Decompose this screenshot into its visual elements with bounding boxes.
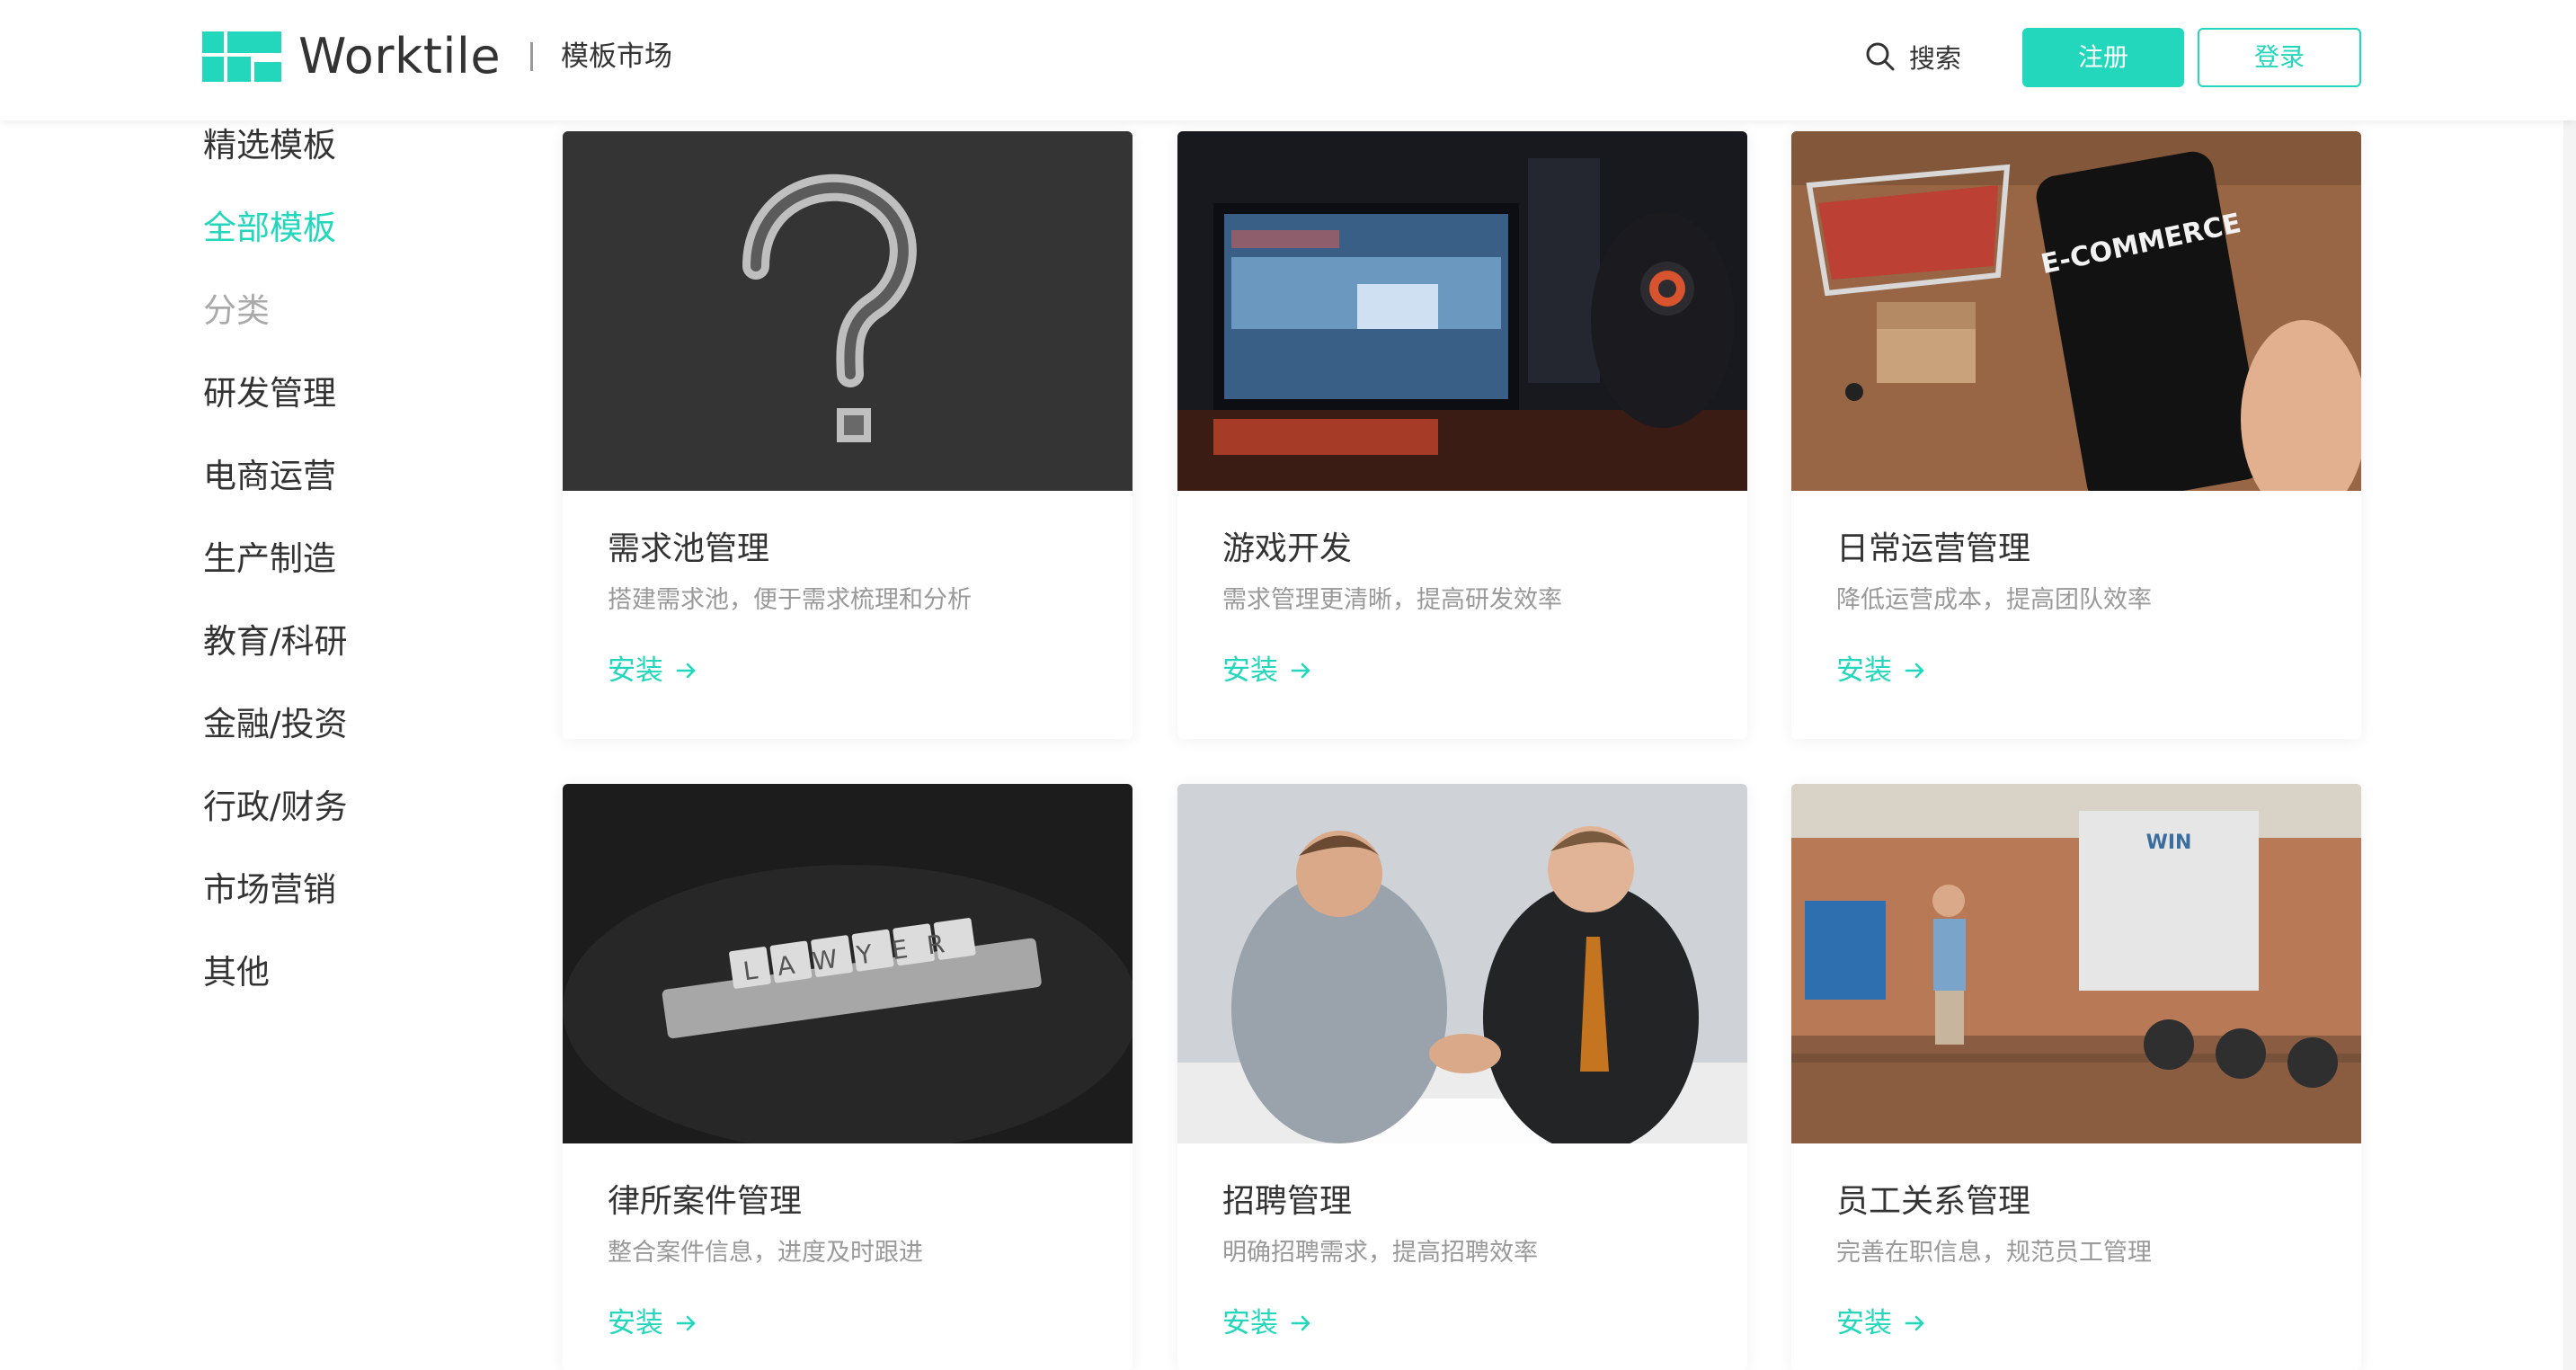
card-image — [563, 131, 1133, 491]
card-title: 招聘管理 — [1222, 1183, 1353, 1220]
arrow-right-icon — [1291, 663, 1310, 679]
sidebar-item-other[interactable]: 其他 — [203, 949, 270, 996]
install-link[interactable]: 安装 — [1836, 651, 1928, 690]
card-image: LAWYER — [563, 784, 1133, 1143]
section-title[interactable]: 模板市场 — [561, 36, 672, 77]
sidebar-item-featured[interactable]: 精选模板 — [203, 122, 336, 169]
install-label: 安装 — [608, 1307, 663, 1339]
page-scrollbar[interactable] — [2563, 120, 2576, 1370]
register-button[interactable]: 注册 — [2022, 28, 2184, 87]
template-card[interactable]: 游戏开发 需求管理更清晰，提高研发效率 安装 — [1177, 131, 1747, 739]
worktile-logo-icon[interactable] — [202, 31, 281, 82]
brand-name[interactable]: Worktile — [298, 25, 501, 88]
ecommerce-phone-cart-image: E-COMMERCE — [1791, 131, 2361, 491]
card-title: 日常运营管理 — [1836, 530, 2031, 567]
arrow-right-icon — [676, 663, 696, 679]
card-image — [1177, 784, 1747, 1143]
template-card[interactable]: E-COMMERCE 日常运营管理 降低运营成本，提高团队效率 安装 — [1791, 131, 2361, 739]
template-card[interactable]: WIN 员工关系管理 完善在职信息，规范员工管理 安装 — [1791, 784, 2361, 1370]
sidebar-item-marketing[interactable]: 市场营销 — [203, 867, 336, 913]
card-description: 完善在职信息，规范员工管理 — [1836, 1239, 2152, 1267]
sidebar-item-finance[interactable]: 金融/投资 — [203, 701, 347, 748]
install-label: 安装 — [1222, 654, 1278, 687]
install-label: 安装 — [608, 654, 663, 687]
card-title: 员工关系管理 — [1836, 1183, 2031, 1220]
office-presentation-image: WIN — [1791, 784, 2361, 1143]
install-link[interactable]: 安装 — [608, 651, 699, 690]
install-link[interactable]: 安装 — [608, 1303, 699, 1343]
chalkboard-question-mark-image — [563, 131, 1133, 491]
search-icon — [1866, 42, 1895, 71]
card-title: 需求池管理 — [608, 530, 770, 567]
template-card[interactable]: 招聘管理 明确招聘需求，提高招聘效率 安装 — [1177, 784, 1747, 1370]
install-label: 安装 — [1222, 1307, 1278, 1339]
arrow-right-icon — [1905, 663, 1924, 679]
handshake-interview-image — [1177, 784, 1747, 1143]
logo-divider — [530, 42, 533, 71]
sidebar-item-manufacturing[interactable]: 生产制造 — [203, 536, 336, 583]
lawyer-tiles-image: LAWYER — [563, 784, 1133, 1143]
arrow-right-icon — [676, 1315, 696, 1331]
install-label: 安装 — [1836, 654, 1892, 687]
install-link[interactable]: 安装 — [1836, 1303, 1928, 1343]
card-description: 搭建需求池，便于需求梳理和分析 — [608, 586, 972, 614]
card-image: WIN — [1791, 784, 2361, 1143]
card-title: 律所案件管理 — [608, 1183, 803, 1220]
search-button[interactable]: 搜索 — [1864, 36, 1961, 77]
top-header: Worktile 模板市场 搜索 注册 登录 — [0, 0, 2576, 120]
install-label: 安装 — [1836, 1307, 1892, 1339]
search-label: 搜索 — [1909, 43, 1962, 74]
login-button[interactable]: 登录 — [2198, 28, 2361, 87]
sidebar-group-heading: 分类 — [203, 291, 270, 330]
card-description: 整合案件信息，进度及时跟进 — [608, 1239, 923, 1267]
card-description: 降低运营成本，提高团队效率 — [1836, 586, 2152, 614]
sidebar-item-all-templates[interactable]: 全部模板 — [203, 205, 336, 252]
sidebar-item-admin[interactable]: 行政/财务 — [203, 784, 347, 831]
template-card[interactable]: 需求池管理 搭建需求池，便于需求梳理和分析 安装 — [563, 131, 1133, 739]
install-link[interactable]: 安装 — [1222, 651, 1314, 690]
card-title: 游戏开发 — [1222, 530, 1353, 567]
sidebar-item-education[interactable]: 教育/科研 — [203, 618, 347, 665]
arrow-right-icon — [1905, 1315, 1924, 1331]
install-link[interactable]: 安装 — [1222, 1303, 1314, 1343]
gamer-at-monitor-image — [1177, 131, 1747, 491]
arrow-right-icon — [1291, 1315, 1310, 1331]
template-card[interactable]: LAWYER 律所案件管理 整合案件信息，进度及时跟进 安装 — [563, 784, 1133, 1370]
card-description: 需求管理更清晰，提高研发效率 — [1222, 586, 1562, 614]
card-image: E-COMMERCE — [1791, 131, 2361, 491]
card-description: 明确招聘需求，提高招聘效率 — [1222, 1239, 1538, 1267]
win-text: WIN — [2146, 832, 2192, 854]
card-image — [1177, 131, 1747, 491]
sidebar-item-ecommerce[interactable]: 电商运营 — [203, 453, 336, 500]
sidebar-item-rnd[interactable]: 研发管理 — [203, 370, 336, 417]
